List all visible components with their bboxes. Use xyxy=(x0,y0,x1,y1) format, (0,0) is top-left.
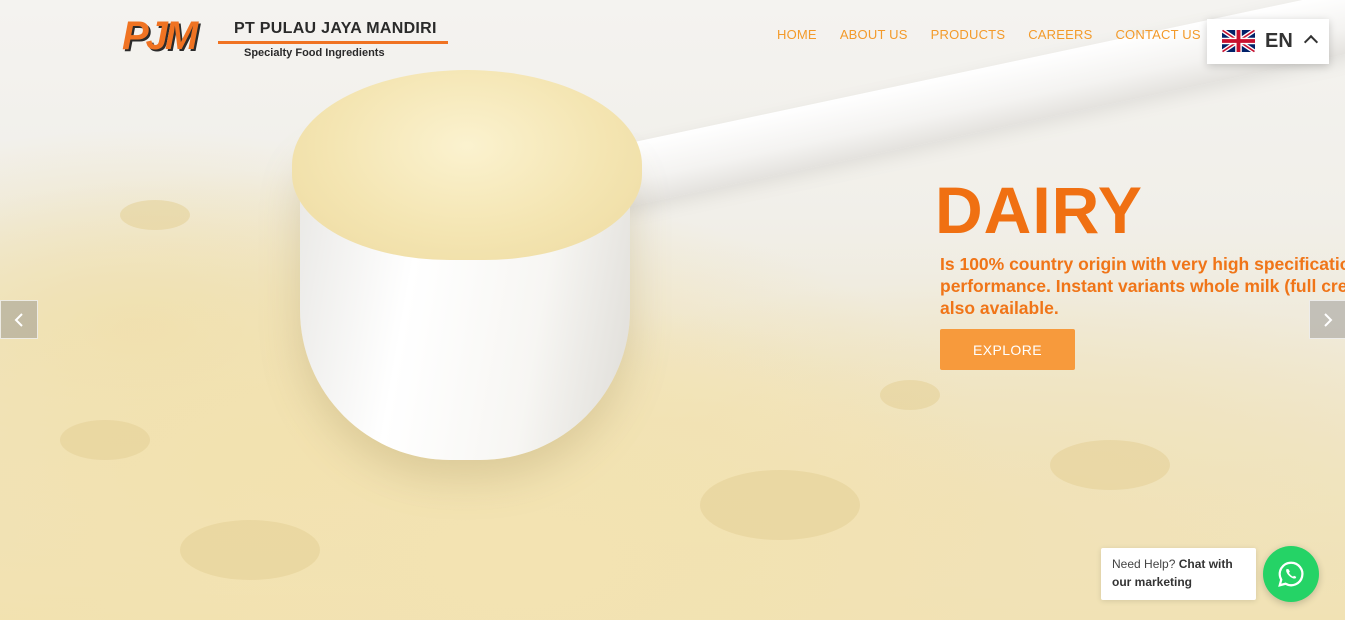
powder-mound-image xyxy=(292,70,642,260)
nav-contact-us[interactable]: CONTACT US xyxy=(1115,27,1200,42)
nav-about-us[interactable]: ABOUT US xyxy=(840,27,908,42)
powder-speck xyxy=(180,520,320,580)
logo-divider xyxy=(218,41,448,44)
chevron-left-icon xyxy=(14,312,23,327)
whatsapp-icon xyxy=(1278,561,1304,587)
uk-flag-icon xyxy=(1222,29,1255,53)
chat-prefix: Need Help? xyxy=(1112,557,1176,571)
powder-speck xyxy=(1050,440,1170,490)
slider-next-button[interactable] xyxy=(1309,300,1345,339)
slide-title: DAIRY xyxy=(935,173,1143,247)
chevron-up-icon xyxy=(1303,34,1319,50)
main-nav: HOME ABOUT US PRODUCTS CAREERS CONTACT U… xyxy=(777,27,1201,42)
powder-speck xyxy=(700,470,860,540)
slide-description: Is 100% country origin with very high sp… xyxy=(940,254,1345,318)
nav-careers[interactable]: CAREERS xyxy=(1028,27,1092,42)
chat-strong: Chat with xyxy=(1178,557,1233,571)
company-name: PT PULAU JAYA MANDIRI xyxy=(234,20,437,37)
chevron-right-icon xyxy=(1324,312,1333,327)
whatsapp-button[interactable] xyxy=(1263,546,1319,602)
nav-products[interactable]: PRODUCTS xyxy=(931,27,1006,42)
company-tagline: Specialty Food Ingredients xyxy=(244,47,385,59)
language-switcher[interactable]: EN xyxy=(1207,19,1329,64)
logo-mark: PJM xyxy=(122,14,198,58)
explore-button[interactable]: EXPLORE xyxy=(940,329,1075,370)
chat-prompt[interactable]: Need Help? Chat with our marketing xyxy=(1101,548,1256,600)
powder-speck xyxy=(880,380,940,410)
slider-prev-button[interactable] xyxy=(0,300,38,339)
language-code: EN xyxy=(1265,30,1293,52)
site-logo[interactable]: PJM PT PULAU JAYA MANDIRI Specialty Food… xyxy=(122,14,452,64)
powder-speck xyxy=(60,420,150,460)
powder-speck xyxy=(120,200,190,230)
nav-home[interactable]: HOME xyxy=(777,27,817,42)
chat-suffix: our marketing xyxy=(1112,575,1193,589)
